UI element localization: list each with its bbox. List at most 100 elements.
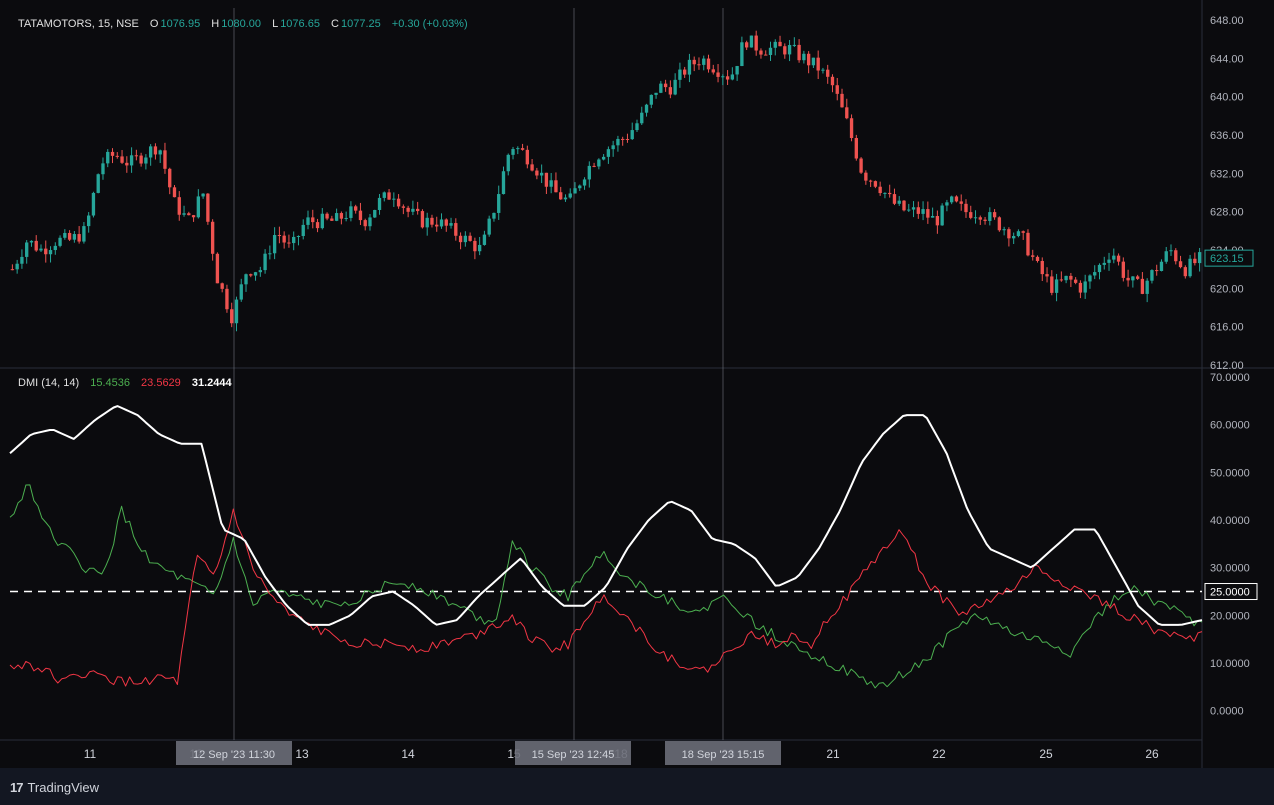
candle-body: [292, 236, 296, 244]
candle-body: [539, 172, 544, 176]
candle-body: [969, 212, 973, 218]
candle-body: [1183, 267, 1187, 277]
dmi-tick-label: 0.0000: [1210, 706, 1244, 718]
candle-body: [144, 157, 148, 164]
candle-body: [611, 145, 615, 150]
candle-body: [554, 180, 558, 193]
dmi-legend: DMI (14, 14) 15.4536 23.5629 31.2444: [18, 377, 234, 389]
candle-body: [878, 186, 882, 194]
candle-body: [1097, 264, 1102, 273]
price-legend: TATAMOTORS, 15, NSE O 1076.95 H 1080.00 L1…: [18, 18, 470, 30]
candle-body: [1088, 275, 1092, 282]
candle-body: [873, 181, 878, 187]
candle-body: [764, 54, 768, 56]
crosshair-time-label: 15 Sep '23 12:45: [532, 749, 615, 761]
candle-body: [82, 226, 86, 242]
candle-body: [926, 209, 930, 218]
time-tick-label: 11: [84, 747, 97, 761]
candle-body: [888, 192, 892, 195]
candle-body: [1064, 275, 1068, 281]
candle-body: [91, 192, 96, 216]
candle-body: [501, 171, 506, 195]
candle-body: [320, 213, 324, 229]
candle-body: [115, 155, 119, 157]
candle-body: [778, 41, 782, 47]
dmi-tick-label: 20.0000: [1210, 610, 1250, 622]
dmi-tick-label: 70.0000: [1210, 372, 1250, 384]
candle-body: [277, 235, 282, 237]
candle-body: [382, 192, 386, 198]
candle-body: [435, 224, 439, 227]
dmi-tick-label: 40.0000: [1210, 515, 1250, 527]
candle-body: [125, 162, 129, 166]
candle-body: [702, 58, 706, 65]
tradingview-logo-icon: 17: [10, 780, 24, 795]
candle-body: [134, 155, 139, 157]
candle-body: [153, 146, 158, 155]
candle-body: [740, 42, 744, 67]
low-value: 1076.65: [280, 18, 320, 30]
candle-body: [468, 235, 472, 241]
candle-body: [220, 283, 224, 289]
candle-body: [1121, 261, 1125, 278]
candle-body: [1159, 261, 1164, 272]
candle-body: [10, 269, 15, 271]
candle-body: [644, 104, 649, 113]
candle-body: [444, 219, 448, 226]
candle-body: [787, 45, 792, 55]
candle-body: [1145, 280, 1149, 294]
candle-body: [315, 222, 320, 229]
candle-body: [201, 193, 205, 197]
candle-body: [921, 209, 925, 214]
candle-body: [935, 216, 940, 226]
high-value: 1080.00: [221, 18, 261, 30]
candle-body: [1031, 255, 1035, 257]
candle-body: [559, 192, 563, 200]
tradingview-brand[interactable]: 17 TradingView: [10, 780, 99, 795]
candle-body: [349, 206, 353, 218]
candle-body: [797, 44, 801, 61]
candle-body: [697, 64, 701, 66]
time-tick-label: 26: [1145, 747, 1159, 761]
candle-body: [287, 242, 291, 244]
plus-di-value: 15.4536: [90, 377, 130, 389]
open-value: 1076.95: [160, 18, 201, 30]
candle-body: [1054, 279, 1059, 293]
candle-body: [616, 138, 620, 146]
candle-body: [692, 59, 696, 65]
candle-body: [1155, 270, 1159, 272]
candle-body: [354, 206, 358, 211]
candle-body: [230, 309, 234, 324]
candle-body: [363, 220, 367, 227]
candle-body: [907, 209, 911, 211]
candle-body: [1174, 250, 1178, 262]
candle-body: [783, 46, 787, 55]
candle-body: [868, 180, 873, 182]
candle-body: [425, 217, 429, 228]
reference-label: 25.0000: [1210, 587, 1250, 599]
low-key: L: [272, 18, 279, 30]
candle-body: [544, 172, 549, 187]
candle-body: [48, 250, 53, 255]
candle-body: [1040, 260, 1044, 275]
time-tick-label: 13: [295, 747, 309, 761]
candle-body: [687, 59, 692, 75]
adx-value: 31.2444: [191, 377, 232, 389]
candle-body: [973, 217, 978, 219]
footer-bar: [0, 768, 1274, 805]
candle-body: [1116, 255, 1121, 262]
candle-body: [387, 192, 391, 200]
candle-body: [129, 155, 134, 166]
candle-body: [334, 213, 339, 221]
candle-body: [549, 180, 553, 187]
candle-body: [39, 248, 43, 251]
candle-body: [649, 94, 653, 105]
candle-body: [578, 185, 582, 189]
candle-body: [473, 240, 477, 252]
candle-body: [1002, 229, 1006, 231]
candle-body: [463, 235, 468, 243]
candle-body: [1131, 276, 1135, 281]
candle-body: [172, 187, 177, 198]
candle-body: [601, 156, 606, 160]
candle-body: [1035, 256, 1040, 261]
